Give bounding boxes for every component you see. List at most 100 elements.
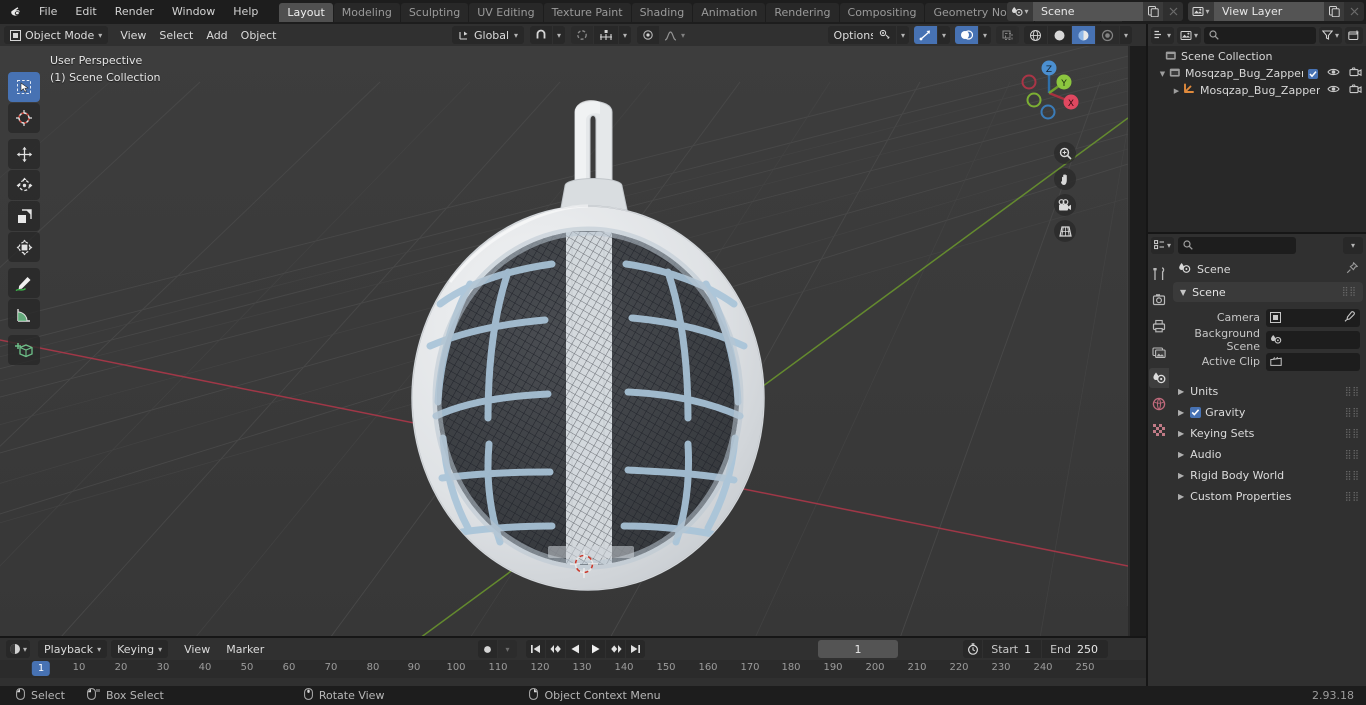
shading-wireframe-button[interactable] [1023, 26, 1047, 44]
stopwatch-icon[interactable] [963, 640, 983, 658]
camera-render-icon[interactable] [1349, 84, 1362, 97]
eye-icon[interactable] [1327, 84, 1340, 97]
snap-increment-icon[interactable] [594, 26, 619, 44]
xray-icon[interactable] [995, 26, 1019, 44]
active-clip-field[interactable] [1266, 352, 1360, 371]
play-icon[interactable] [586, 640, 605, 658]
snap-increment-dropdown[interactable]: ▾ [619, 26, 632, 44]
menu-render[interactable]: Render [106, 3, 163, 21]
unlink-view-layer-button[interactable] [1344, 2, 1364, 21]
eyedropper-icon[interactable] [1344, 310, 1355, 325]
editor-separator-vertical[interactable] [1146, 24, 1148, 686]
timeline-menu-keying[interactable]: Keying ▾ [111, 640, 169, 658]
expand-triangle-right-icon[interactable]: ▶ [1170, 87, 1183, 95]
viewport-menu-select[interactable]: Select [153, 26, 199, 44]
background-scene-field[interactable] [1266, 330, 1360, 349]
world-tab[interactable] [1149, 394, 1169, 414]
shading-solid-button[interactable] [1047, 26, 1071, 44]
timeline-menu-marker[interactable]: Marker [220, 640, 270, 658]
playhead[interactable]: 1 [31, 661, 51, 676]
zoom-icon[interactable] [1054, 142, 1076, 164]
gizmo-dropdown[interactable]: ▾ [937, 26, 950, 44]
view-layer-tab[interactable] [1149, 342, 1169, 362]
menu-help[interactable]: Help [224, 3, 267, 21]
view-layer-selector[interactable]: ▾ View Layer [1188, 2, 1364, 21]
viewport-menu-object[interactable]: Object [235, 26, 283, 44]
outliner-row-object[interactable]: ▶ Mosqzap_Bug_Zapper_R. [1148, 82, 1366, 99]
workspace-tab-animation[interactable]: Animation [693, 2, 766, 22]
transform-tool[interactable] [8, 232, 40, 262]
section-gravity[interactable]: ▶ Gravity ⣿⣿ [1170, 402, 1366, 423]
workspace-tab-uv-editing[interactable]: UV Editing [469, 2, 543, 22]
pan-icon[interactable] [1054, 168, 1076, 190]
outliner-search-input[interactable] [1204, 26, 1316, 44]
scene-name[interactable]: Scene [1033, 2, 1143, 21]
filter-icon[interactable]: ▾ [1318, 26, 1342, 44]
frame-start-field[interactable]: Start 1 [983, 640, 1042, 658]
expand-triangle-down-icon[interactable]: ▼ [1156, 70, 1169, 78]
new-collection-icon[interactable] [1345, 26, 1363, 44]
transform-orientation-dropdown[interactable]: Global ▾ [452, 26, 524, 44]
workspace-tab-compositing[interactable]: Compositing [839, 2, 925, 22]
copy-icon[interactable] [1143, 2, 1163, 21]
copy-view-layer-icon[interactable] [1324, 2, 1344, 21]
view-layer-icon[interactable]: ▾ [1188, 2, 1214, 21]
visibility-dropdown[interactable]: ▾ [896, 26, 909, 44]
snap-options-dropdown[interactable]: ▾ [553, 26, 566, 44]
tweak-select-tool[interactable] [8, 72, 40, 102]
shading-material-preview-button[interactable] [1071, 26, 1095, 44]
workspace-tab-shading[interactable]: Shading [631, 2, 693, 22]
tool-tab[interactable] [1149, 264, 1169, 284]
cursor-tool[interactable] [8, 103, 40, 133]
magnet-icon[interactable] [530, 26, 552, 44]
jump-end-icon[interactable] [626, 640, 645, 658]
viewport-menu-add[interactable]: Add [200, 26, 233, 44]
timeline-scrubber[interactable]: 10 20 30 40 50 60 70 80 90 100 110 120 1… [0, 660, 1148, 678]
shading-rendered-button[interactable] [1095, 26, 1119, 44]
ortho-persp-icon[interactable] [1054, 220, 1076, 242]
menu-file[interactable]: File [30, 3, 66, 21]
timeline-menu-playback[interactable]: Playback ▾ [38, 640, 108, 658]
overlays-icon[interactable] [954, 26, 978, 44]
auto-keying-dropdown[interactable]: ▾ [498, 640, 517, 658]
checkbox-enabled[interactable] [1308, 68, 1318, 79]
navigation-gizmo[interactable]: Z Y X [1012, 56, 1086, 130]
frame-end-field[interactable]: End 250 [1042, 640, 1108, 658]
viewport-3d[interactable]: User Perspective (1) Scene Collection Z … [0, 46, 1128, 638]
outliner-row-collection[interactable]: ▼ Mosqzap_Bug_Zapper_Racke [1148, 65, 1366, 82]
workspace-tab-texture-paint[interactable]: Texture Paint [543, 2, 631, 22]
viewport-menu-view[interactable]: View [114, 26, 152, 44]
gravity-checkbox[interactable] [1190, 407, 1202, 418]
falloff-type-icon[interactable]: ▾ [660, 26, 689, 44]
properties-options-dropdown[interactable]: ▾ [1343, 236, 1363, 254]
properties-search-input[interactable] [1178, 236, 1297, 254]
shading-dropdown[interactable]: ▾ [1119, 26, 1132, 44]
camera-icon[interactable] [1054, 194, 1076, 216]
proportional-edit-icon[interactable] [571, 26, 594, 44]
scene-selector[interactable]: ▾ Scene [1007, 2, 1183, 21]
workspace-tab-sculpting[interactable]: Sculpting [400, 2, 469, 22]
visibility-icon[interactable] [872, 26, 896, 44]
proportional-toggle-icon[interactable] [637, 26, 660, 44]
scene-panel-header[interactable]: ▼ Scene ⣿⣿ [1173, 282, 1363, 302]
scale-tool[interactable] [8, 201, 40, 231]
play-reverse-icon[interactable] [566, 640, 585, 658]
section-keying-sets[interactable]: ▶ Keying Sets ⣿⣿ [1170, 423, 1366, 444]
timeline-menu-view[interactable]: View [178, 640, 216, 658]
jump-start-icon[interactable] [526, 640, 545, 658]
measure-tool[interactable] [8, 299, 40, 329]
section-rigid-body-world[interactable]: ▶ Rigid Body World ⣿⣿ [1170, 465, 1366, 486]
workspace-tab-layout[interactable]: Layout [279, 2, 333, 22]
blender-logo-icon[interactable] [0, 0, 30, 24]
next-keyframe-icon[interactable] [606, 640, 625, 658]
properties-editor-type-dropdown[interactable]: ▾ [1151, 236, 1175, 254]
timeline-editor-type-dropdown[interactable]: ▾ [6, 640, 31, 658]
pin-icon[interactable] [1346, 261, 1359, 277]
menu-window[interactable]: Window [163, 3, 224, 21]
camera-render-icon[interactable] [1349, 67, 1362, 80]
gizmo-icon[interactable] [913, 26, 937, 44]
rotate-tool[interactable] [8, 170, 40, 200]
scene-tab[interactable] [1149, 368, 1169, 388]
texture-tab[interactable] [1149, 420, 1169, 440]
move-tool[interactable] [8, 139, 40, 169]
